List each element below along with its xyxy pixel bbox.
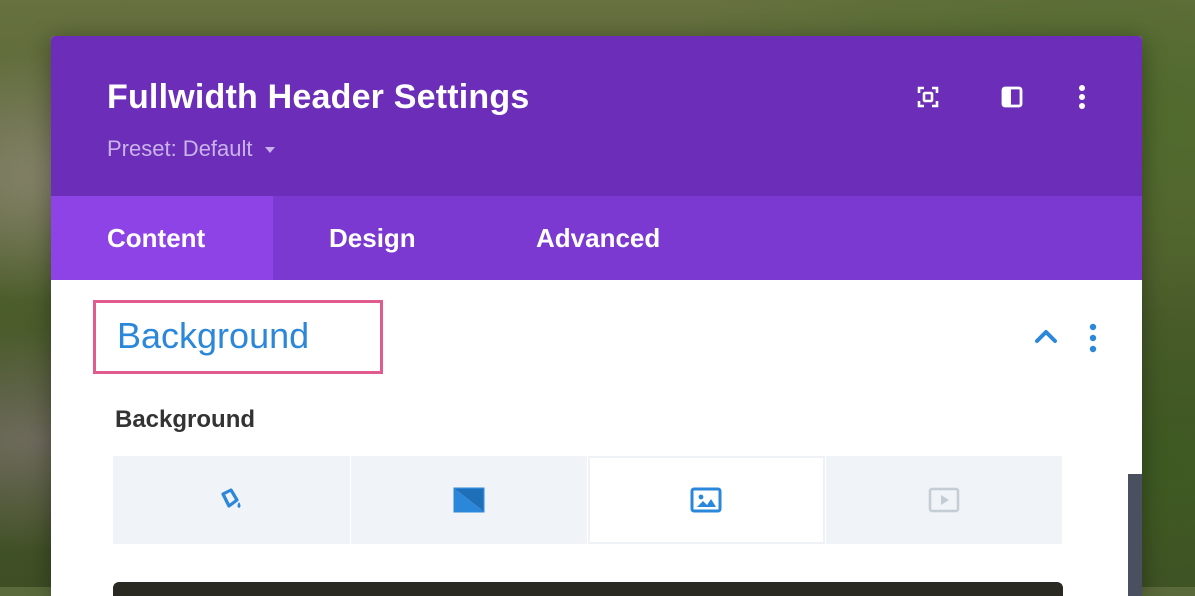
modal-title: Fullwidth Header Settings [107,78,530,116]
tab-content[interactable]: Content [51,196,273,280]
preset-label: Preset: Default [107,136,253,161]
background-image-preview [113,582,1063,596]
gradient-icon [453,487,485,513]
color-fill-icon [221,488,241,508]
background-type-tabs [113,456,1063,544]
focus-mode-icon[interactable] [915,84,941,110]
background-video-tab[interactable] [825,456,1062,544]
modal-header: Fullwidth Header Settings Preset: Defaul… [51,36,1142,196]
collapse-chevron-icon[interactable] [1033,326,1059,346]
tab-advanced[interactable]: Advanced [536,196,660,280]
tab-design[interactable]: Design [329,196,416,280]
video-icon [928,487,959,513]
split-view-icon[interactable] [999,84,1025,110]
section-title[interactable]: Background [117,315,309,357]
tab-content-panel: Background Background [51,280,1142,596]
more-options-icon[interactable] [1069,84,1095,110]
background-color-tab[interactable] [113,456,350,544]
scrollbar[interactable] [1128,474,1142,596]
tab-bar: Content Design Advanced [51,196,1142,280]
caret-down-icon [264,147,275,153]
background-field-label: Background [115,406,256,433]
background-gradient-tab[interactable] [350,456,587,544]
settings-modal: Fullwidth Header Settings Preset: Defaul… [51,36,1142,596]
preset-dropdown[interactable]: Preset: Default [107,136,275,162]
background-image-tab[interactable] [588,456,825,544]
section-more-icon[interactable] [1087,322,1099,354]
image-icon [690,487,722,513]
